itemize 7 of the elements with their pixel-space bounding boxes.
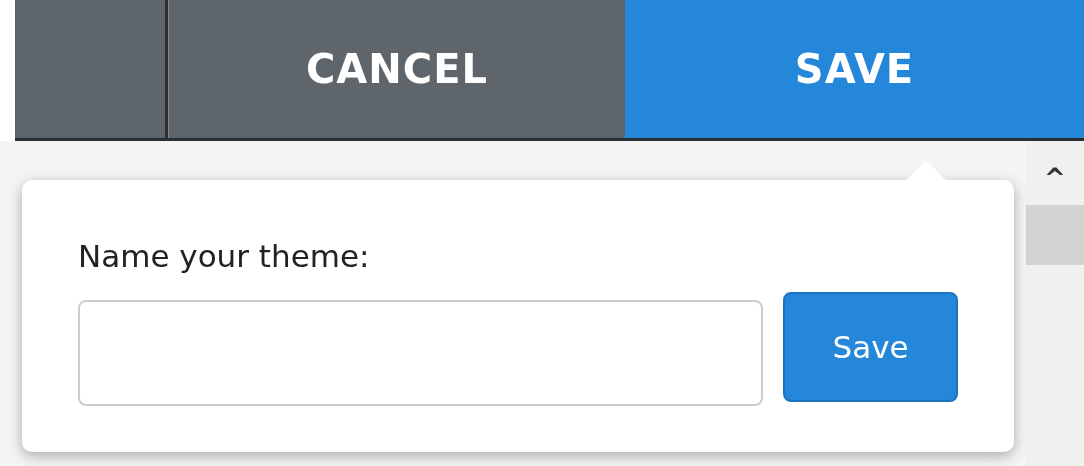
scrollbar-thumb[interactable] bbox=[1026, 205, 1084, 265]
scroll-up-icon[interactable]: ^ bbox=[1044, 163, 1066, 193]
save-button[interactable]: Save bbox=[783, 292, 958, 402]
theme-name-field[interactable] bbox=[78, 300, 763, 406]
theme-name-label: Name your theme: bbox=[78, 238, 371, 274]
cancel-button[interactable]: CANCEL bbox=[168, 0, 625, 138]
save-button[interactable]: SAVE bbox=[625, 0, 1084, 138]
